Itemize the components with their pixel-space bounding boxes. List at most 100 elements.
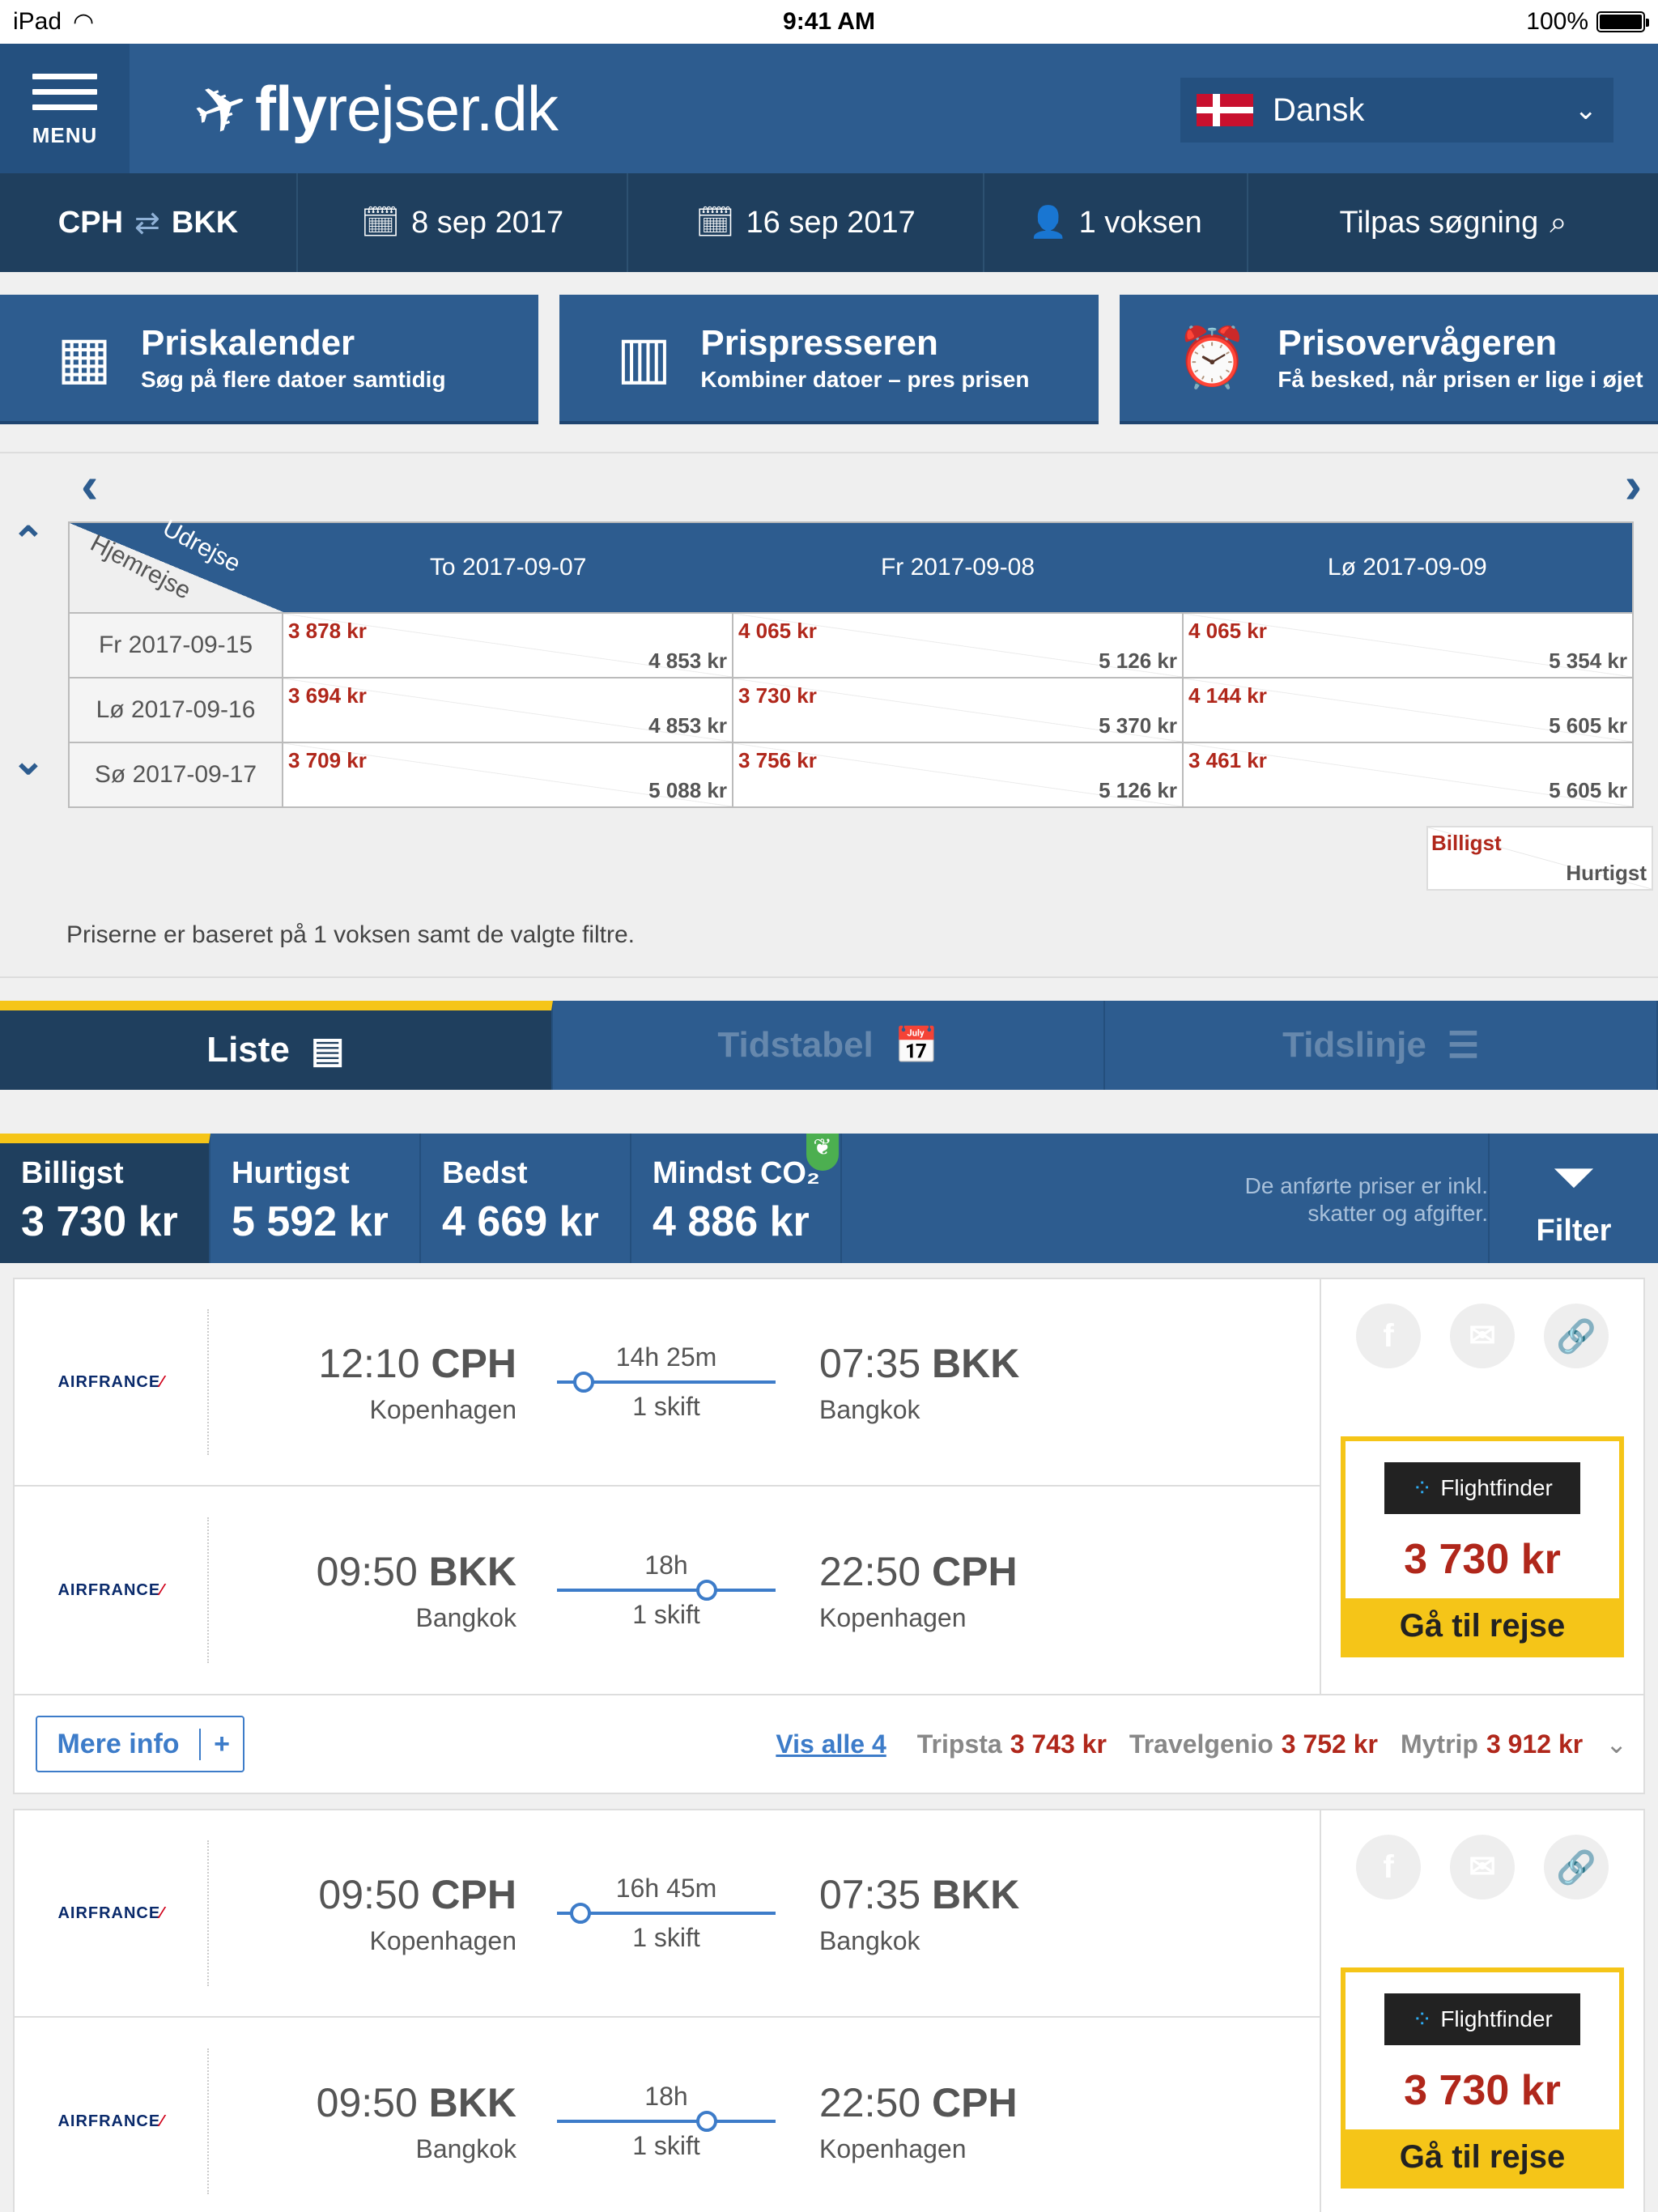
stops-count: 1 skift bbox=[632, 2131, 700, 2160]
column-header[interactable]: Fr 2017-09-08 bbox=[733, 523, 1182, 612]
tab-timeline[interactable]: Tidslinje ☰ bbox=[1105, 1001, 1658, 1090]
passengers-field[interactable]: 👤 1 voksen bbox=[984, 173, 1248, 272]
tool-title: Priskalender bbox=[141, 323, 355, 363]
price-cell[interactable]: 4 065 kr 5 126 kr bbox=[733, 614, 1184, 677]
flight-leg[interactable]: AIRFRANCE ⁄ 12:10 CPH Kopenhagen 14h 25m 1 … bbox=[15, 1279, 1320, 1487]
link-icon[interactable]: 🔗 bbox=[1544, 1835, 1609, 1899]
fastest-price: 5 126 kr bbox=[1099, 778, 1177, 802]
price-cell[interactable]: 4 065 kr 5 354 kr bbox=[1184, 614, 1632, 677]
sort-cheapest[interactable]: Billigst 3 730 kr bbox=[0, 1134, 210, 1263]
route-field[interactable]: CPH ⇄ BKK bbox=[0, 173, 298, 272]
go-to-trip-button[interactable]: Gå til rejse bbox=[1346, 2129, 1619, 2184]
chevron-down-icon[interactable]: ⌄ bbox=[11, 737, 45, 784]
column-header[interactable]: Lø 2017-09-09 bbox=[1183, 523, 1632, 612]
status-bar: iPad ◠ 9:41 AM 100% bbox=[0, 0, 1658, 44]
price-grid: Udrejse Hjemrejse To 2017-09-07 Fr 2017-… bbox=[68, 515, 1634, 808]
battery-percent: 100% bbox=[1526, 8, 1588, 35]
price-cell[interactable]: 3 756 kr 5 126 kr bbox=[733, 743, 1184, 806]
search-summary-bar: CPH ⇄ BKK 🗓 8 sep 2017 🗓 16 sep 2017 👤 1 vo… bbox=[0, 173, 1658, 272]
provider-offer[interactable]: Tripsta 3 743 kr bbox=[917, 1729, 1107, 1759]
column-header[interactable]: To 2017-09-07 bbox=[283, 523, 733, 612]
arrival-city: Bangkok bbox=[819, 1925, 920, 1955]
row-header[interactable]: Lø 2017-09-16 bbox=[70, 678, 283, 742]
offer-box[interactable]: ⁘ Flightfinder 3 730 kr Gå til rejse bbox=[1341, 1967, 1624, 2189]
price-legend: Billigst Hurtigst bbox=[1426, 826, 1653, 891]
sort-value: 4 669 kr bbox=[442, 1198, 599, 1245]
fastest-price: 5 605 kr bbox=[1549, 713, 1627, 738]
tab-timetable[interactable]: Tidstabel 📅 bbox=[552, 1001, 1106, 1090]
flight-leg[interactable]: AIRFRANCE ⁄ 09:50 BKK Bangkok 18h 1 skift 2… bbox=[15, 2018, 1320, 2212]
price-cell[interactable]: 3 694 kr 4 853 kr bbox=[283, 678, 733, 742]
email-icon[interactable]: ✉ bbox=[1450, 1304, 1515, 1368]
fastest-price: 4 853 kr bbox=[648, 713, 727, 738]
return-date-field[interactable]: 🗓 16 sep 2017 bbox=[628, 173, 984, 272]
grid-row: Sø 2017-09-17 3 709 kr 5 088 kr 3 756 kr 5… bbox=[70, 742, 1632, 806]
price-cell[interactable]: 4 144 kr 5 605 kr bbox=[1184, 678, 1632, 742]
see-all-link[interactable]: Vis alle 4 bbox=[776, 1729, 886, 1759]
more-info-button[interactable]: Mere info + bbox=[36, 1716, 244, 1772]
price-watcher-button[interactable]: ⏰ Prisovervågeren Få besked, når prisen e… bbox=[1119, 295, 1658, 424]
sort-bar: Billigst 3 730 kr Hurtigst 5 592 kr Bedst 4… bbox=[0, 1134, 1658, 1263]
row-header[interactable]: Sø 2017-09-17 bbox=[70, 743, 283, 806]
cheapest-price: 3 461 kr bbox=[1188, 748, 1267, 772]
chevron-up-icon[interactable]: ⌃ bbox=[11, 518, 45, 565]
fastest-price: 5 088 kr bbox=[648, 778, 727, 802]
price-calendar-button[interactable]: ▦ Priskalender Søg på flere datoer samtid… bbox=[0, 295, 539, 424]
flight-leg[interactable]: AIRFRANCE ⁄ 09:50 CPH Kopenhagen 16h 45m 1 … bbox=[15, 1810, 1320, 2018]
price-squeezer-button[interactable]: ▥ Prispresseren Kombiner datoer – pres pr… bbox=[559, 295, 1099, 424]
departure-city: Kopenhagen bbox=[369, 1925, 517, 1955]
language-select[interactable]: Dansk ⌄ bbox=[1180, 78, 1613, 143]
fastest-price: 5 605 kr bbox=[1549, 778, 1627, 802]
provider-offer[interactable]: Travelgenio 3 752 kr bbox=[1129, 1729, 1378, 1759]
fastest-price: 5 354 kr bbox=[1549, 649, 1627, 673]
flight-leg[interactable]: AIRFRANCE ⁄ 09:50 BKK Bangkok 18h 1 skift 2… bbox=[15, 1487, 1320, 1694]
offer-box[interactable]: ⁘ Flightfinder 3 730 kr Gå til rejse bbox=[1341, 1436, 1624, 1657]
app-header: MENU ✈ flyrejser.dk Dansk ⌄ bbox=[0, 44, 1658, 173]
fastest-price: 4 853 kr bbox=[648, 649, 727, 673]
chevron-left-icon[interactable]: ‹ bbox=[81, 455, 98, 515]
facebook-icon[interactable]: f bbox=[1356, 1304, 1421, 1368]
calendar-icon: 📅 bbox=[894, 1026, 939, 1066]
sort-fastest[interactable]: Hurtigst 5 592 kr bbox=[210, 1134, 421, 1263]
offer-price: 3 730 kr bbox=[1404, 2067, 1561, 2114]
stops-count: 1 skift bbox=[632, 1923, 700, 1952]
chevron-right-icon[interactable]: › bbox=[1625, 455, 1642, 515]
tab-list[interactable]: Liste ▤ bbox=[0, 1001, 553, 1090]
price-cell[interactable]: 3 730 kr 5 370 kr bbox=[733, 678, 1184, 742]
tool-subtitle: Kombiner datoer – pres prisen bbox=[700, 367, 1030, 392]
tool-subtitle: Få besked, når prisen er lige i øjet bbox=[1278, 367, 1643, 392]
chevron-down-icon[interactable]: ⌄ bbox=[1605, 1729, 1627, 1759]
stop-marker bbox=[696, 2111, 717, 2132]
link-icon[interactable]: 🔗 bbox=[1544, 1304, 1609, 1368]
sort-best[interactable]: Bedst 4 669 kr bbox=[421, 1134, 631, 1263]
grid-icon: ▦ bbox=[57, 325, 113, 390]
arrival-code: CPH bbox=[932, 2079, 1018, 2125]
provider-logo: ⁘ Flightfinder bbox=[1384, 1993, 1580, 2045]
filter-button[interactable]: ⏷ Filter bbox=[1488, 1134, 1658, 1263]
arrival-code: CPH bbox=[932, 1548, 1018, 1594]
sort-value: 5 592 kr bbox=[232, 1198, 389, 1245]
departure-code: BKK bbox=[428, 2079, 517, 2125]
fastest-price: 5 370 kr bbox=[1099, 713, 1177, 738]
view-tabs: Liste ▤ Tidstabel 📅 Tidslinje ☰ bbox=[0, 1001, 1658, 1090]
cheapest-price: 3 756 kr bbox=[738, 748, 817, 772]
menu-label: MENU bbox=[32, 123, 98, 147]
return-date: 16 sep 2017 bbox=[746, 205, 916, 240]
tool-title: Prisovervågeren bbox=[1278, 323, 1558, 363]
duration: 14h 25m bbox=[615, 1342, 717, 1372]
price-column: f ✉ 🔗 ⁘ Flightfinder 3 730 kr Gå til rejs… bbox=[1320, 1810, 1643, 2212]
sort-value: 4 886 kr bbox=[653, 1198, 810, 1245]
price-cell[interactable]: 3 461 kr 5 605 kr bbox=[1184, 743, 1632, 806]
plus-icon: + bbox=[214, 1728, 230, 1759]
email-icon[interactable]: ✉ bbox=[1450, 1835, 1515, 1899]
facebook-icon[interactable]: f bbox=[1356, 1835, 1421, 1899]
logo[interactable]: ✈ flyrejser.dk bbox=[184, 66, 559, 152]
adjust-search-button[interactable]: Tilpas søgning ⌕ bbox=[1248, 173, 1658, 272]
depart-date-field[interactable]: 🗓 8 sep 2017 bbox=[298, 173, 628, 272]
price-cell[interactable]: 3 709 kr 5 088 kr bbox=[283, 743, 733, 806]
go-to-trip-button[interactable]: Gå til rejse bbox=[1346, 1598, 1619, 1653]
row-header[interactable]: Fr 2017-09-15 bbox=[70, 614, 283, 677]
price-cell[interactable]: 3 878 kr 4 853 kr bbox=[283, 614, 733, 677]
menu-button[interactable]: MENU bbox=[0, 44, 130, 173]
provider-offer[interactable]: Mytrip 3 912 kr bbox=[1401, 1729, 1583, 1759]
